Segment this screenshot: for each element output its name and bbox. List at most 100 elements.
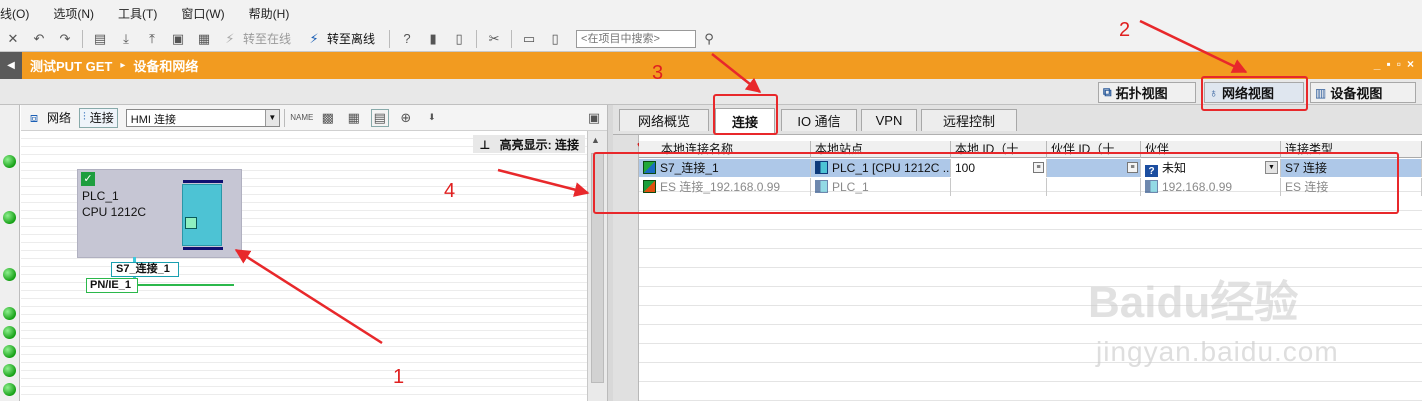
menu-item-window[interactable]: 窗口(W)	[181, 5, 224, 22]
subnet-line[interactable]	[138, 284, 234, 286]
subnet-label[interactable]: PN/IE_1	[86, 278, 138, 293]
chevron-down-icon[interactable]: ▼	[264, 109, 279, 126]
annotation-number-3: 3	[652, 62, 664, 84]
connection-mode-button[interactable]: ⫶ 连接	[79, 107, 118, 128]
plc-device[interactable]: ✓ PLC_1 CPU 1212C	[77, 169, 242, 258]
toolbar-divider	[82, 29, 83, 48]
menu-item-options[interactable]: 选项(N)	[53, 5, 94, 22]
breadcrumb-separator: ▸	[120, 60, 126, 71]
tab-io-communication[interactable]: IO 通信	[781, 109, 857, 131]
simulation-icon[interactable]: ▣	[169, 30, 187, 48]
minimize-icon[interactable]: _	[1374, 57, 1381, 71]
redo-icon[interactable]: ↷	[56, 30, 74, 48]
annotation-box-connection-rows	[593, 152, 1399, 214]
plc-cpu-type: CPU 1212C	[82, 205, 147, 219]
go-online-button[interactable]: 转至在线	[243, 30, 291, 47]
go-offline-icon[interactable]: ⚡	[305, 30, 323, 48]
cpu-module-icon	[182, 180, 223, 250]
project-search-input[interactable]	[576, 29, 697, 48]
watermark-logo: Baidu经验	[1088, 278, 1299, 327]
go-online-icon[interactable]: ⚡	[221, 30, 239, 48]
online-status-icon	[3, 383, 16, 396]
stop-cpu-icon[interactable]: ▯	[450, 30, 468, 48]
collapse-arrow-icon[interactable]: ◀	[0, 52, 22, 79]
close-icon[interactable]: ✕	[4, 30, 22, 48]
start-cpu-icon[interactable]: ▮	[424, 30, 442, 48]
tab-label: 拓扑视图	[1115, 86, 1168, 101]
undo-icon[interactable]: ↶	[30, 30, 48, 48]
module-stripe	[183, 247, 223, 250]
annotation-box-network-view	[1201, 76, 1308, 111]
annotation-number-2: 2	[1119, 19, 1131, 41]
float-icon[interactable]: ▫	[1397, 57, 1401, 71]
download-icon[interactable]: ⤓	[117, 30, 135, 48]
breadcrumb-project[interactable]: 测试PUT GET	[30, 56, 112, 75]
online-status-icon	[3, 155, 16, 168]
upload-icon[interactable]: ⤒	[143, 30, 161, 48]
menu-item-online[interactable]: 线(O)	[0, 5, 29, 22]
page-break-icon[interactable]: ▤	[370, 108, 389, 127]
online-status-icon	[3, 326, 16, 339]
tab-label: 设备视图	[1330, 86, 1383, 101]
breadcrumb-section[interactable]: 设备和网络	[133, 56, 198, 75]
online-status-icon	[3, 307, 16, 320]
menu-bar: 线(O) 选项(N) 工具(T) 窗口(W) 帮助(H)	[0, 0, 1422, 26]
highlight-label: 高亮显示: 连接	[499, 138, 579, 152]
main-toolbar: ✕ ↶ ↷ ▤ ⤓ ⤒ ▣ ▦ ⚡ 转至在线 ⚡ 转至离线 ? ▮ ▯ ✂ ▭ …	[0, 26, 1422, 52]
network-diagram-panel: ⧈ 网络 ⫶ 连接 HMI 连接 ▼ NAME ▩ ▦ ▤ ⊕ ⬇ ▣ ⊥ 高亮…	[21, 105, 607, 401]
device-icon: ▥	[1315, 85, 1327, 100]
tab-vpn[interactable]: VPN	[861, 109, 917, 131]
online-status-icon	[3, 211, 16, 224]
ethernet-port-icon[interactable]	[185, 217, 197, 229]
zoom-dropdown-icon[interactable]: ⬇	[423, 109, 441, 127]
restore-icon[interactable]: ▪	[1386, 57, 1390, 71]
scroll-up-icon[interactable]: ▲	[591, 135, 600, 145]
runtime-icon[interactable]: ▦	[195, 30, 213, 48]
toolbar-divider	[389, 29, 391, 48]
toolbar-divider	[476, 29, 478, 48]
split-horizontal-icon[interactable]: ▭	[520, 30, 538, 48]
module-stripe	[183, 180, 223, 183]
annotation-number-1: 1	[393, 366, 405, 388]
connection-type-value: HMI 连接	[130, 113, 177, 126]
status-strip	[0, 105, 20, 401]
accessible-devices-icon[interactable]: ?	[398, 30, 416, 48]
search-icon[interactable]: ⚲	[700, 30, 718, 48]
network-toolbar: ⧈ 网络 ⫶ 连接 HMI 连接 ▼ NAME ▩ ▦ ▤ ⊕ ⬇ ▣	[21, 105, 607, 131]
zoom-select-icon[interactable]: ▩	[319, 109, 337, 127]
zoom-icon[interactable]: ⊕	[397, 109, 415, 127]
pin-icon: ⊥	[479, 138, 491, 152]
split-vertical-icon[interactable]: ▯	[546, 30, 564, 48]
watermark-url: jingyan.baidu.com	[1096, 336, 1339, 367]
tab-topology-view[interactable]: ⧉ 拓扑视图	[1098, 82, 1196, 103]
tab-device-view[interactable]: ▥ 设备视图	[1310, 82, 1416, 103]
network-mode-icon[interactable]: ⧈	[25, 109, 43, 127]
online-status-icon	[3, 345, 16, 358]
online-status-icon	[3, 268, 16, 281]
connection-mode-label: 连接	[89, 111, 114, 125]
topology-icon: ⧉	[1103, 85, 1112, 99]
cross-reference-icon[interactable]: ✂	[485, 30, 503, 48]
annotation-box-connections-tab	[713, 94, 778, 135]
close-window-icon[interactable]: ×	[1407, 57, 1414, 71]
menu-item-tools[interactable]: 工具(T)	[118, 5, 157, 22]
check-icon: ✓	[81, 172, 95, 186]
editor-title-bar: ◀ 测试PUT GET ▸ 设备和网络 _ ▪ ▫ ×	[0, 52, 1422, 79]
connection-label-s7[interactable]: S7_连接_1	[111, 262, 179, 277]
network-mode-label[interactable]: 网络	[47, 109, 71, 126]
menu-item-help[interactable]: 帮助(H)	[249, 5, 290, 22]
overview-icon[interactable]: ▣	[585, 109, 603, 127]
toolbar-divider	[511, 29, 513, 48]
toolbar-divider	[283, 108, 285, 127]
compile-icon[interactable]: ▤	[91, 30, 109, 48]
online-status-icon	[3, 364, 16, 377]
tab-network-overview[interactable]: 网络概览	[619, 109, 709, 131]
grid-icon[interactable]: ▦	[345, 109, 363, 127]
tab-remote-control[interactable]: 远程控制	[921, 109, 1017, 131]
connection-type-select[interactable]: HMI 连接 ▼	[125, 108, 280, 127]
highlight-indicator: ⊥ 高亮显示: 连接	[473, 135, 585, 153]
connection-mode-icon: ⫶	[83, 111, 86, 123]
window-controls: _ ▪ ▫ ×	[1374, 57, 1414, 71]
show-names-icon[interactable]: NAME	[290, 109, 313, 127]
go-offline-button[interactable]: 转至离线	[327, 30, 375, 47]
